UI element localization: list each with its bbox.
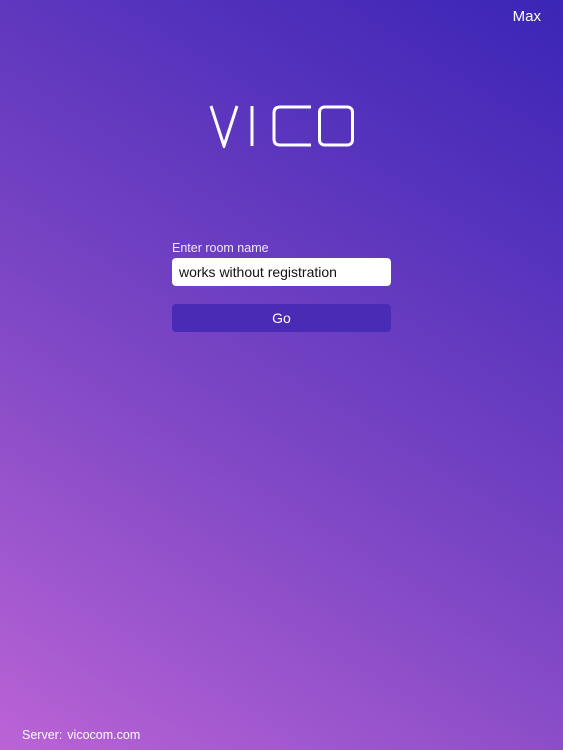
room-form: Enter room name Go bbox=[172, 241, 391, 332]
room-name-label: Enter room name bbox=[172, 241, 269, 255]
app-logo bbox=[0, 104, 563, 148]
user-name-link[interactable]: Max bbox=[513, 8, 541, 25]
server-value: vicocom.com bbox=[67, 728, 141, 742]
go-button[interactable]: Go bbox=[172, 304, 391, 332]
vico-logo-wordmark bbox=[209, 105, 354, 148]
server-label: Server: bbox=[22, 728, 63, 742]
room-name-input[interactable] bbox=[172, 258, 391, 286]
server-info: Server: vicocom.com bbox=[22, 728, 140, 742]
